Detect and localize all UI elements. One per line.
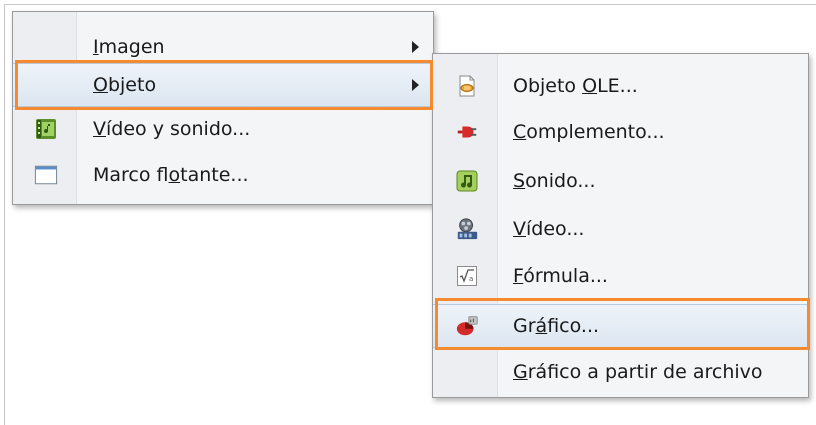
frame-window-icon — [34, 163, 58, 187]
menu-item-label: Vídeo... — [513, 218, 585, 240]
menu-item-label: Objeto — [93, 74, 157, 96]
submenu-item-formula[interactable]: a Fórmula... — [433, 254, 808, 298]
submenu-item-complemento[interactable]: Complemento... — [433, 110, 808, 154]
menu-item-label: Imagen — [93, 36, 165, 58]
formula-icon: a — [455, 264, 479, 288]
menu-item-marco-flotante[interactable]: Marco flotante... — [13, 157, 433, 193]
svg-text:a: a — [469, 275, 473, 283]
chart-icon — [455, 314, 479, 338]
submenu-item-grafico-archivo[interactable]: Gráfico a partir de archivo — [433, 350, 808, 394]
menu-item-label: Vídeo y sonido... — [93, 118, 251, 140]
ole-object-icon — [455, 74, 479, 98]
insert-menu: Imagen Objeto Vídeo y sonido... Marco fl… — [12, 11, 434, 205]
submenu-item-objeto-ole[interactable]: Objeto OLE... — [433, 64, 808, 108]
submenu-item-grafico[interactable]: Gráfico... — [433, 304, 808, 348]
menu-item-label: Marco flotante... — [93, 164, 249, 186]
menu-item-label: Gráfico... — [513, 315, 600, 337]
menu-item-label: Objeto OLE... — [513, 75, 638, 97]
film-reel-icon — [455, 217, 479, 241]
objeto-submenu: Objeto OLE... Complemento... Sonido... V… — [432, 53, 809, 398]
submenu-arrow-icon — [412, 41, 419, 53]
menu-item-label: Complemento... — [513, 121, 665, 143]
submenu-item-video[interactable]: Vídeo... — [433, 207, 808, 251]
menu-item-objeto[interactable]: Objeto — [13, 63, 433, 107]
menu-item-imagen[interactable]: Imagen — [13, 30, 433, 64]
menu-item-label: Fórmula... — [513, 265, 608, 287]
film-sound-icon — [34, 117, 58, 141]
music-note-icon — [455, 169, 479, 193]
plugin-icon — [455, 120, 479, 144]
menu-item-video-sonido[interactable]: Vídeo y sonido... — [13, 111, 433, 147]
menu-item-label: Gráfico a partir de archivo — [513, 361, 763, 383]
menu-item-label: Sonido... — [513, 170, 596, 192]
submenu-item-sonido[interactable]: Sonido... — [433, 159, 808, 203]
submenu-arrow-icon — [412, 79, 419, 91]
